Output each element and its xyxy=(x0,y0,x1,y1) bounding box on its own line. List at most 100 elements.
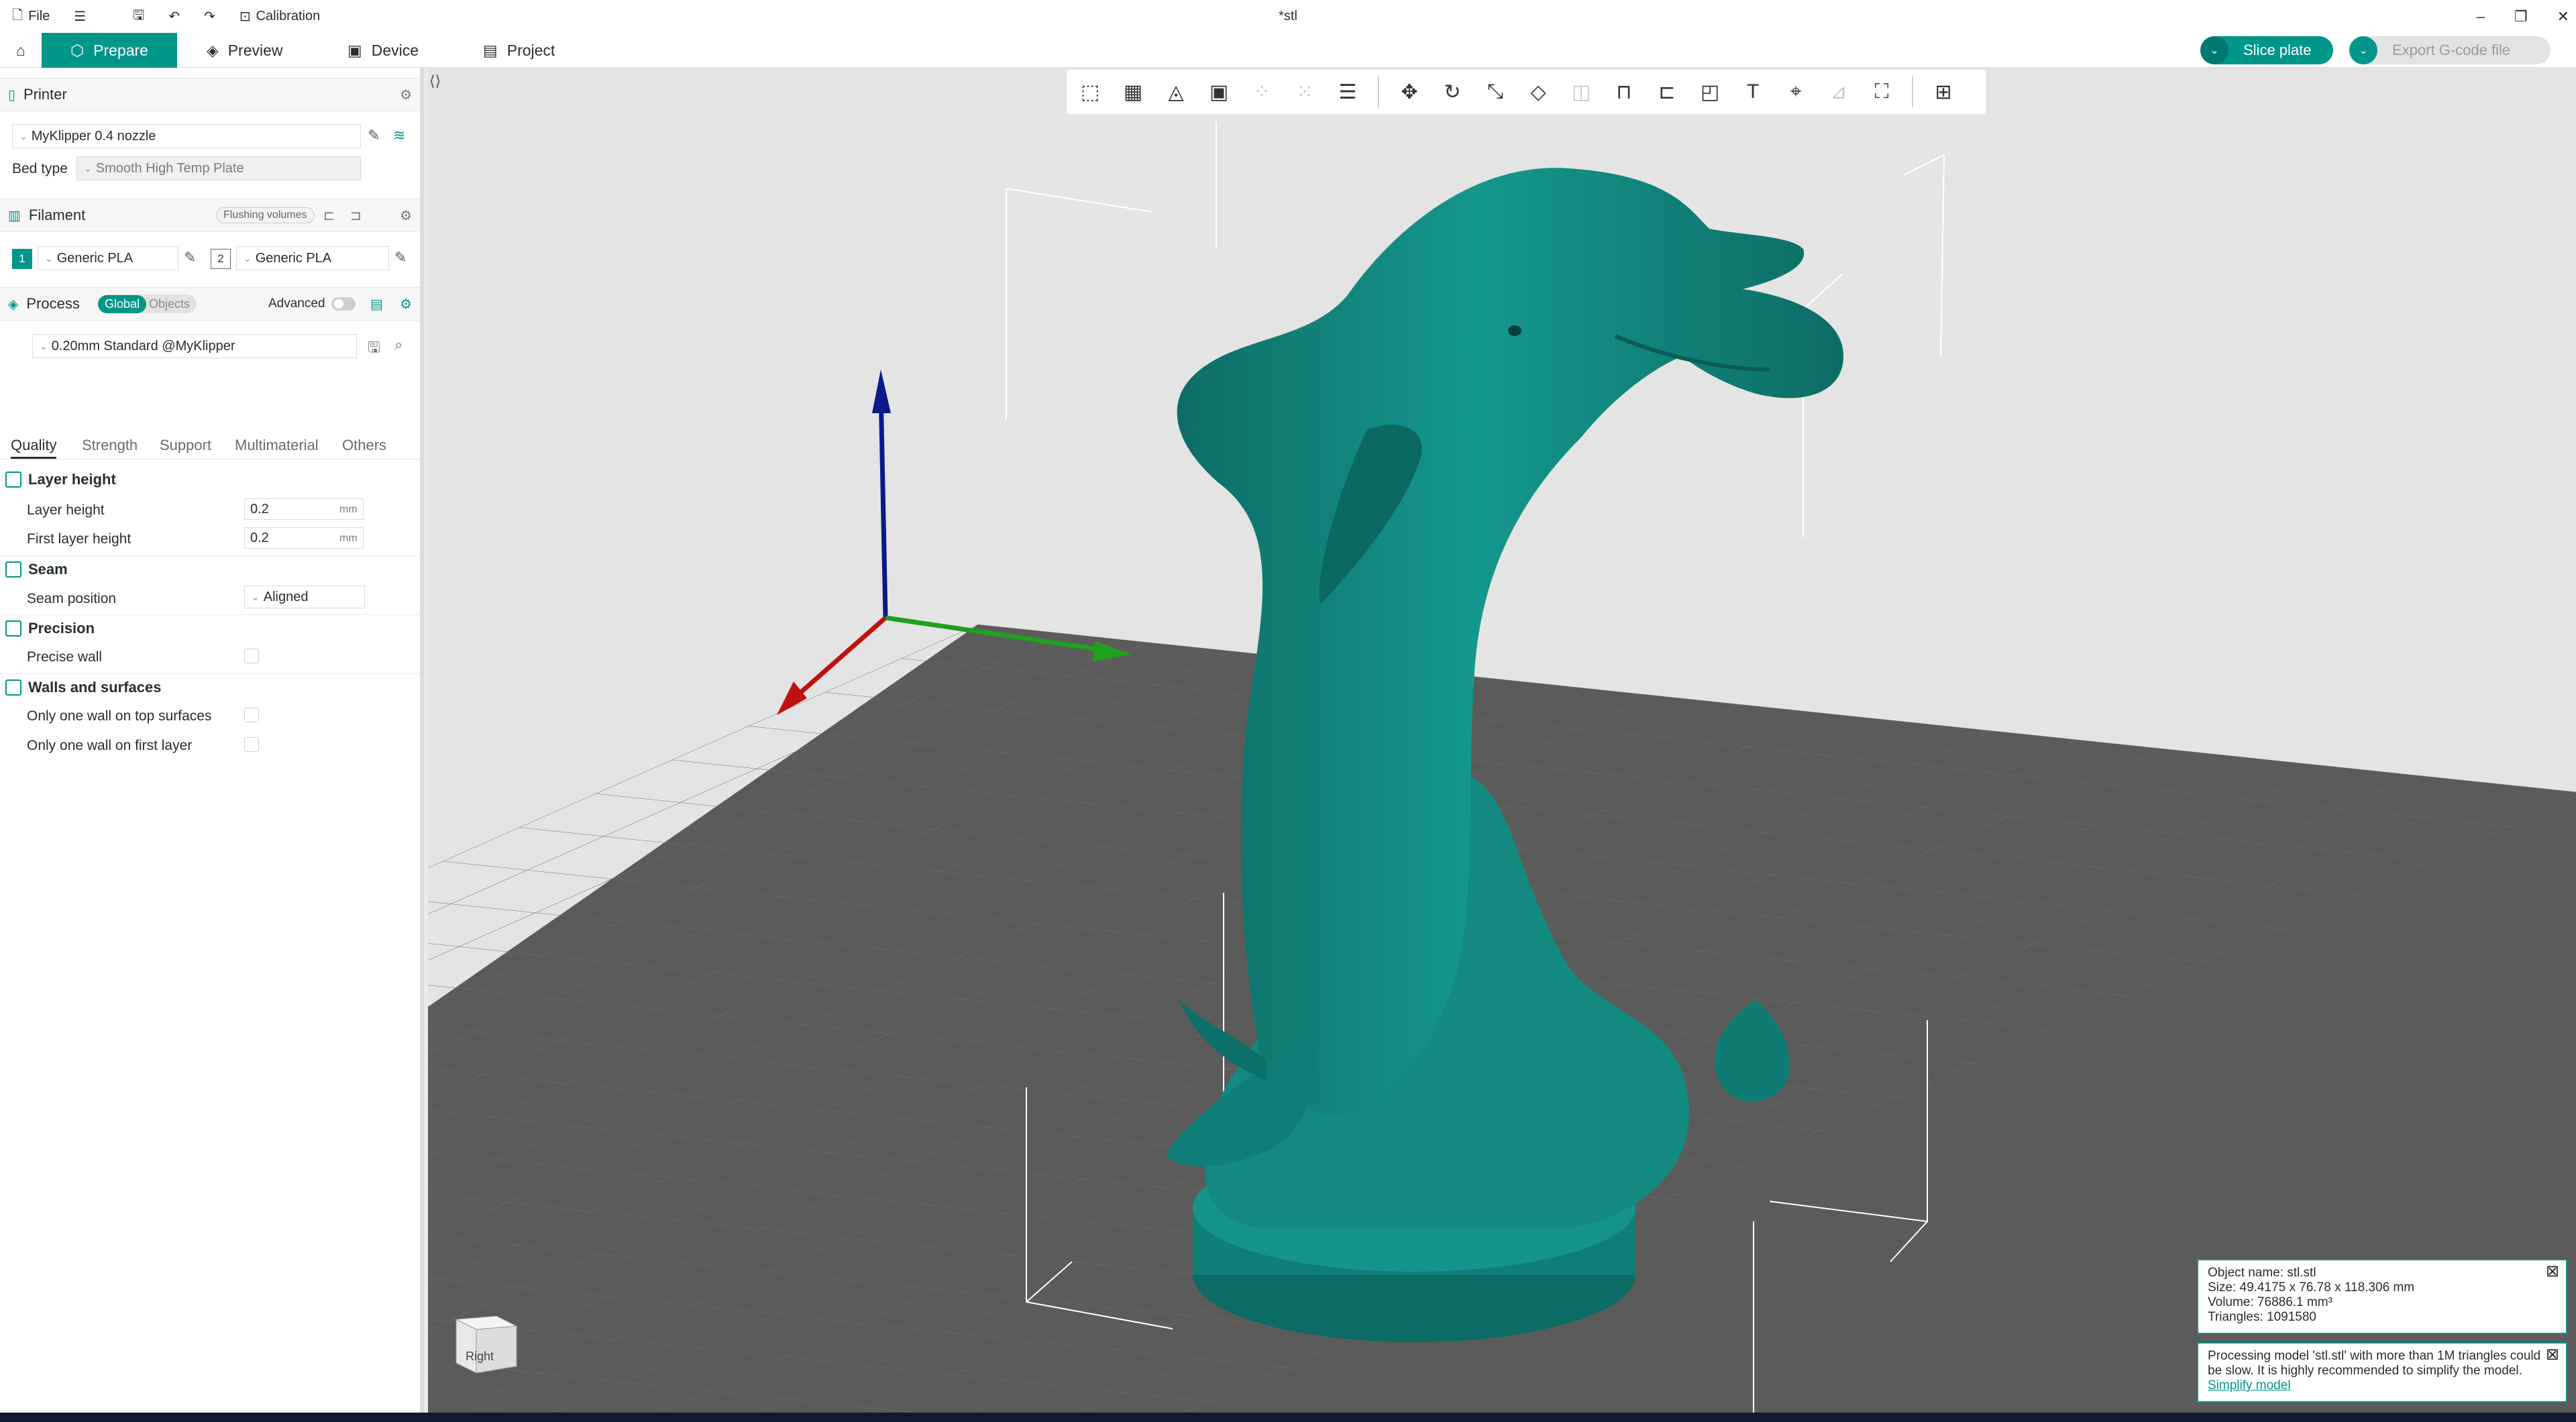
close-window-icon[interactable]: ✕ xyxy=(2557,8,2569,25)
printer-settings-icon[interactable]: ⚙ xyxy=(400,87,412,103)
color-paint-icon[interactable]: ◰ xyxy=(1693,75,1727,109)
file-menu[interactable]: 🗋 File xyxy=(12,5,50,28)
save-icon[interactable]: 🖫 xyxy=(133,5,144,28)
bed-type-label: Bed type xyxy=(12,161,68,176)
calibration-menu[interactable]: ⊡ Calibration xyxy=(239,8,320,25)
layer-height-unit: mm xyxy=(339,504,358,515)
move-icon[interactable]: ✥ xyxy=(1393,75,1426,109)
tab-others[interactable]: Others xyxy=(342,437,386,454)
filament-slot-2-badge[interactable]: 2 xyxy=(211,249,231,269)
prepare-icon: ⬡ xyxy=(70,41,85,59)
filament-slot-1-select[interactable]: ⌄ Generic PLA xyxy=(38,246,178,270)
slice-plate-button[interactable]: ⌄ Slice plate xyxy=(2200,36,2333,64)
measure-icon[interactable]: ⌖ xyxy=(1779,75,1813,109)
lay-on-face-icon[interactable]: ◇ xyxy=(1521,75,1555,109)
assembly-icon[interactable]: ⊿ xyxy=(1822,75,1856,109)
printer-edit-icon[interactable]: ✎ xyxy=(368,127,380,144)
support-paint-icon[interactable]: ⊓ xyxy=(1607,75,1641,109)
export-gcode-button[interactable]: ⌄ Export G-code file xyxy=(2349,36,2551,64)
main-tab-bar: ⌂ ⬡ Prepare ◈ Preview ▣ Device ▤ Project… xyxy=(0,33,2576,68)
tab-prepare-label: Prepare xyxy=(93,41,148,59)
precise-wall-checkbox[interactable] xyxy=(244,649,259,663)
tab-device[interactable]: ▣ Device xyxy=(331,33,435,68)
process-preset-select[interactable]: ⌄ 0.20mm Standard @MyKlipper xyxy=(32,334,357,358)
filament-settings-icon[interactable]: ⚙ xyxy=(400,207,412,224)
add-plate-icon[interactable]: ▦ xyxy=(1116,75,1150,109)
process-compare-icon[interactable]: ▤ xyxy=(370,296,383,313)
tab-quality[interactable]: Quality xyxy=(11,437,57,459)
menu-icon[interactable]: ☰ xyxy=(74,8,86,25)
add-filament-icon[interactable]: ⊏ xyxy=(323,207,335,224)
tab-support[interactable]: Support xyxy=(160,437,211,454)
collapse-panel-icon[interactable]: ⟨⟩ xyxy=(429,72,441,90)
process-settings-icon[interactable]: ⚙ xyxy=(400,296,412,313)
advanced-toggle[interactable] xyxy=(331,297,356,311)
filament-2-edit-icon[interactable]: ✎ xyxy=(394,249,407,266)
3d-viewport[interactable] xyxy=(428,68,2576,1413)
scale-icon[interactable]: ⤡ xyxy=(1479,75,1512,109)
arrange-icon[interactable]: ▣ xyxy=(1202,75,1236,109)
split-objects-icon[interactable]: ⁘ xyxy=(1245,75,1279,109)
process-section-title: Process xyxy=(26,295,80,312)
process-preset-name: 0.20mm Standard @MyKlipper xyxy=(51,338,235,353)
rotate-icon[interactable]: ↻ xyxy=(1436,75,1469,109)
simplify-warning: ⊠ Processing model 'stl.stl' with more t… xyxy=(2197,1342,2567,1403)
printer-icon: ▯ xyxy=(8,87,16,103)
wifi-icon[interactable]: ≋ xyxy=(393,127,405,144)
layer-height-group: Layer height xyxy=(0,466,420,493)
slice-dropdown-icon[interactable]: ⌄ xyxy=(2200,36,2229,64)
tab-strength[interactable]: Strength xyxy=(82,437,138,454)
global-objects-toggle[interactable]: Global Objects xyxy=(98,294,197,313)
split-parts-icon[interactable]: ⁙ xyxy=(1288,75,1322,109)
filament-slot-1-name: Generic PLA xyxy=(56,250,133,266)
close-icon[interactable]: ⊠ xyxy=(2546,1264,2559,1280)
home-button[interactable]: ⌂ xyxy=(0,33,42,68)
window-title: *stl xyxy=(1279,9,1297,23)
navigation-cube[interactable]: Right xyxy=(449,1296,530,1376)
restore-icon[interactable]: ❐ xyxy=(2514,8,2528,25)
redo-icon[interactable]: ↷ xyxy=(204,8,215,25)
object-volume: Volume: 76886.1 mm³ xyxy=(2208,1295,2332,1309)
simplify-model-link[interactable]: Simplify model xyxy=(2208,1378,2291,1392)
tab-device-label: Device xyxy=(371,41,419,59)
minimize-icon[interactable]: – xyxy=(2477,8,2485,25)
one-wall-top-checkbox[interactable] xyxy=(244,708,259,722)
precision-group-title: Precision xyxy=(28,619,95,637)
tab-preview[interactable]: ◈ Preview xyxy=(191,33,299,68)
printer-select[interactable]: ⌄ MyKlipper 0.4 nozzle xyxy=(12,124,361,148)
seam-position-value: Aligned xyxy=(263,589,309,604)
tab-multimaterial[interactable]: Multimaterial xyxy=(235,437,319,454)
tab-prepare[interactable]: ⬡ Prepare xyxy=(42,33,177,68)
one-wall-first-checkbox[interactable] xyxy=(244,737,259,752)
flushing-volumes-button[interactable]: Flushing volumes xyxy=(216,207,315,223)
save-preset-icon[interactable]: 🖫 xyxy=(368,336,380,362)
seam-position-select[interactable]: ⌄ Aligned xyxy=(244,586,365,608)
scene-canvas[interactable] xyxy=(428,68,2576,1413)
toggle-global[interactable]: Global xyxy=(98,294,147,313)
toggle-objects[interactable]: Objects xyxy=(146,295,197,313)
remove-filament-icon[interactable]: ⊐ xyxy=(350,207,362,224)
tab-project[interactable]: ▤ Project xyxy=(467,33,571,68)
filament-1-edit-icon[interactable]: ✎ xyxy=(184,249,196,266)
undo-icon[interactable]: ↶ xyxy=(168,8,180,25)
auto-orient-icon[interactable]: ◬ xyxy=(1159,75,1193,109)
filament-slot-1-badge[interactable]: 1 xyxy=(12,249,32,269)
close-icon[interactable]: ⊠ xyxy=(2546,1347,2559,1363)
layers-icon[interactable]: ☰ xyxy=(1331,75,1364,109)
cut-icon[interactable]: ◫ xyxy=(1564,75,1598,109)
variable-layer-icon[interactable]: ⊞ xyxy=(1927,75,1960,109)
filament-slot-2-select[interactable]: ⌄ Generic PLA xyxy=(236,246,389,270)
seam-paint-icon[interactable]: ⊏ xyxy=(1650,75,1684,109)
fit-view-icon[interactable]: ⛶ xyxy=(1865,75,1898,109)
bed-type-select[interactable]: ⌄ Smooth High Temp Plate xyxy=(76,156,361,180)
export-dropdown-icon[interactable]: ⌄ xyxy=(2349,36,2377,64)
text-icon[interactable]: T xyxy=(1736,75,1770,109)
search-icon[interactable]: ⌕ xyxy=(394,336,402,353)
chevron-down-icon: ⌄ xyxy=(19,130,28,142)
seam-group-title: Seam xyxy=(28,560,68,578)
object-triangles: Triangles: 1091580 xyxy=(2208,1310,2316,1324)
printer-section-title: Printer xyxy=(23,86,67,103)
add-object-icon[interactable]: ⬚ xyxy=(1073,75,1107,109)
precision-icon xyxy=(5,620,21,637)
toolbar-separator xyxy=(1912,76,1913,107)
